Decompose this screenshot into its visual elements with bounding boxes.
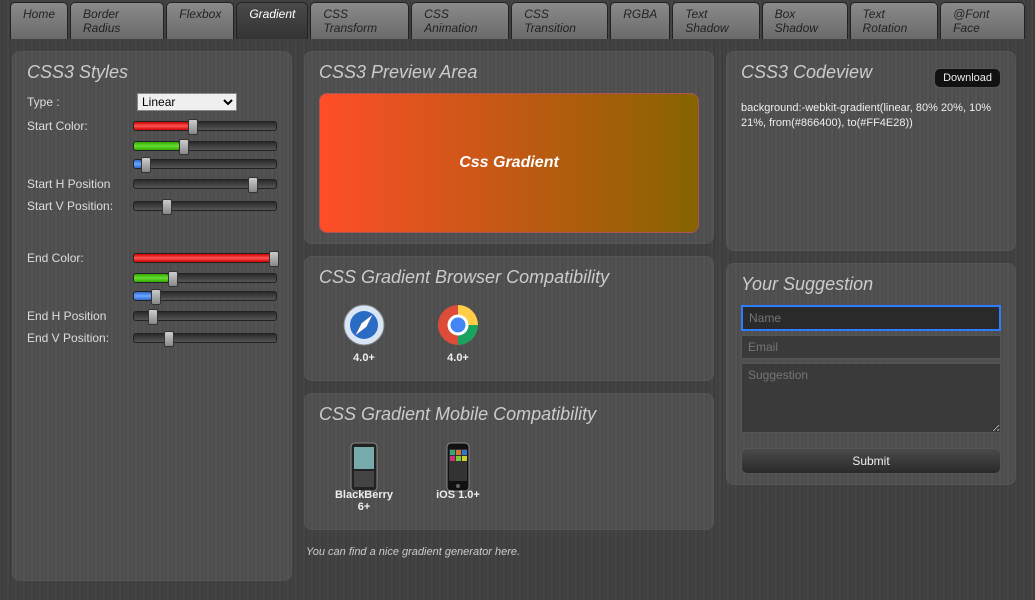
browser-compat-panel: CSS Gradient Browser Compatibility 4.0+ … xyxy=(304,256,714,381)
compat-safari: 4.0+ xyxy=(329,304,399,364)
footnote-text[interactable]: You can find a nice gradient generator h… xyxy=(304,542,714,562)
start-h-label: Start H Position xyxy=(27,177,133,191)
start-green-slider[interactable] xyxy=(133,141,277,151)
chrome-version: 4.0+ xyxy=(423,352,493,364)
browser-compat-title: CSS Gradient Browser Compatibility xyxy=(319,267,699,288)
compat-chrome: 4.0+ xyxy=(423,304,493,364)
start-v-label: Start V Position: xyxy=(27,199,133,213)
compat-blackberry: BlackBerry 6+ xyxy=(329,441,399,513)
tab-border-radius[interactable]: Border Radius xyxy=(70,2,164,39)
end-green-slider[interactable] xyxy=(133,273,277,283)
type-label: Type : xyxy=(27,95,137,109)
mobile-compat-title: CSS Gradient Mobile Compatibility xyxy=(319,404,699,425)
gradient-preview: Css Gradient xyxy=(319,93,699,233)
end-v-label: End V Position: xyxy=(27,331,133,345)
end-v-slider[interactable] xyxy=(133,333,277,343)
tab-css-transition[interactable]: CSS Transition xyxy=(511,2,608,39)
download-button[interactable]: Download xyxy=(934,68,1001,88)
preview-panel: CSS3 Preview Area Css Gradient xyxy=(304,51,714,244)
code-output: background:-webkit-gradient(linear, 80% … xyxy=(741,101,1001,132)
start-color-label: Start Color: xyxy=(27,119,133,133)
suggestion-title: Your Suggestion xyxy=(741,274,1001,295)
styles-panel: CSS3 Styles Type : Linear Start Color: S… xyxy=(12,51,292,581)
preview-title: CSS3 Preview Area xyxy=(319,62,699,83)
tab-font-face[interactable]: @Font Face xyxy=(940,2,1025,39)
styles-title: CSS3 Styles xyxy=(27,62,277,83)
blackberry-version: BlackBerry 6+ xyxy=(329,489,399,513)
tab-rgba[interactable]: RGBA xyxy=(610,2,670,39)
submit-button[interactable]: Submit xyxy=(741,448,1001,474)
end-color-label: End Color: xyxy=(27,251,133,265)
tab-gradient[interactable]: Gradient xyxy=(236,2,308,39)
name-field[interactable] xyxy=(741,305,1001,331)
nav-tabs: Home Border Radius Flexbox Gradient CSS … xyxy=(0,0,1035,39)
end-h-slider[interactable] xyxy=(133,311,277,321)
tab-text-shadow[interactable]: Text Shadow xyxy=(672,2,759,39)
suggestion-panel: Your Suggestion Submit xyxy=(726,263,1016,485)
tab-home[interactable]: Home xyxy=(10,2,68,39)
preview-label: Css Gradient xyxy=(459,154,559,172)
ios-version: iOS 1.0+ xyxy=(423,489,493,501)
mobile-compat-panel: CSS Gradient Mobile Compatibility BlackB… xyxy=(304,393,714,530)
start-red-slider[interactable] xyxy=(133,121,277,131)
email-field[interactable] xyxy=(741,335,1001,359)
end-h-label: End H Position xyxy=(27,309,133,323)
tab-css-transform[interactable]: CSS Transform xyxy=(310,2,409,39)
tab-flexbox[interactable]: Flexbox xyxy=(166,2,234,39)
end-red-slider[interactable] xyxy=(133,253,277,263)
blackberry-icon xyxy=(343,441,385,483)
codeview-panel: CSS3 Codeview Download background:-webki… xyxy=(726,51,1016,251)
start-v-slider[interactable] xyxy=(133,201,277,211)
start-h-slider[interactable] xyxy=(133,179,277,189)
end-blue-slider[interactable] xyxy=(133,291,277,301)
safari-version: 4.0+ xyxy=(329,352,399,364)
tab-box-shadow[interactable]: Box Shadow xyxy=(762,2,848,39)
tab-css-animation[interactable]: CSS Animation xyxy=(411,2,509,39)
tab-text-rotation[interactable]: Text Rotation xyxy=(850,2,939,39)
type-select[interactable]: Linear xyxy=(137,93,237,111)
codeview-title: CSS3 Codeview xyxy=(741,62,872,83)
iphone-icon xyxy=(437,441,479,483)
start-blue-slider[interactable] xyxy=(133,159,277,169)
safari-icon xyxy=(343,304,385,346)
chrome-icon xyxy=(437,304,479,346)
suggestion-field[interactable] xyxy=(741,363,1001,433)
compat-ios: iOS 1.0+ xyxy=(423,441,493,513)
